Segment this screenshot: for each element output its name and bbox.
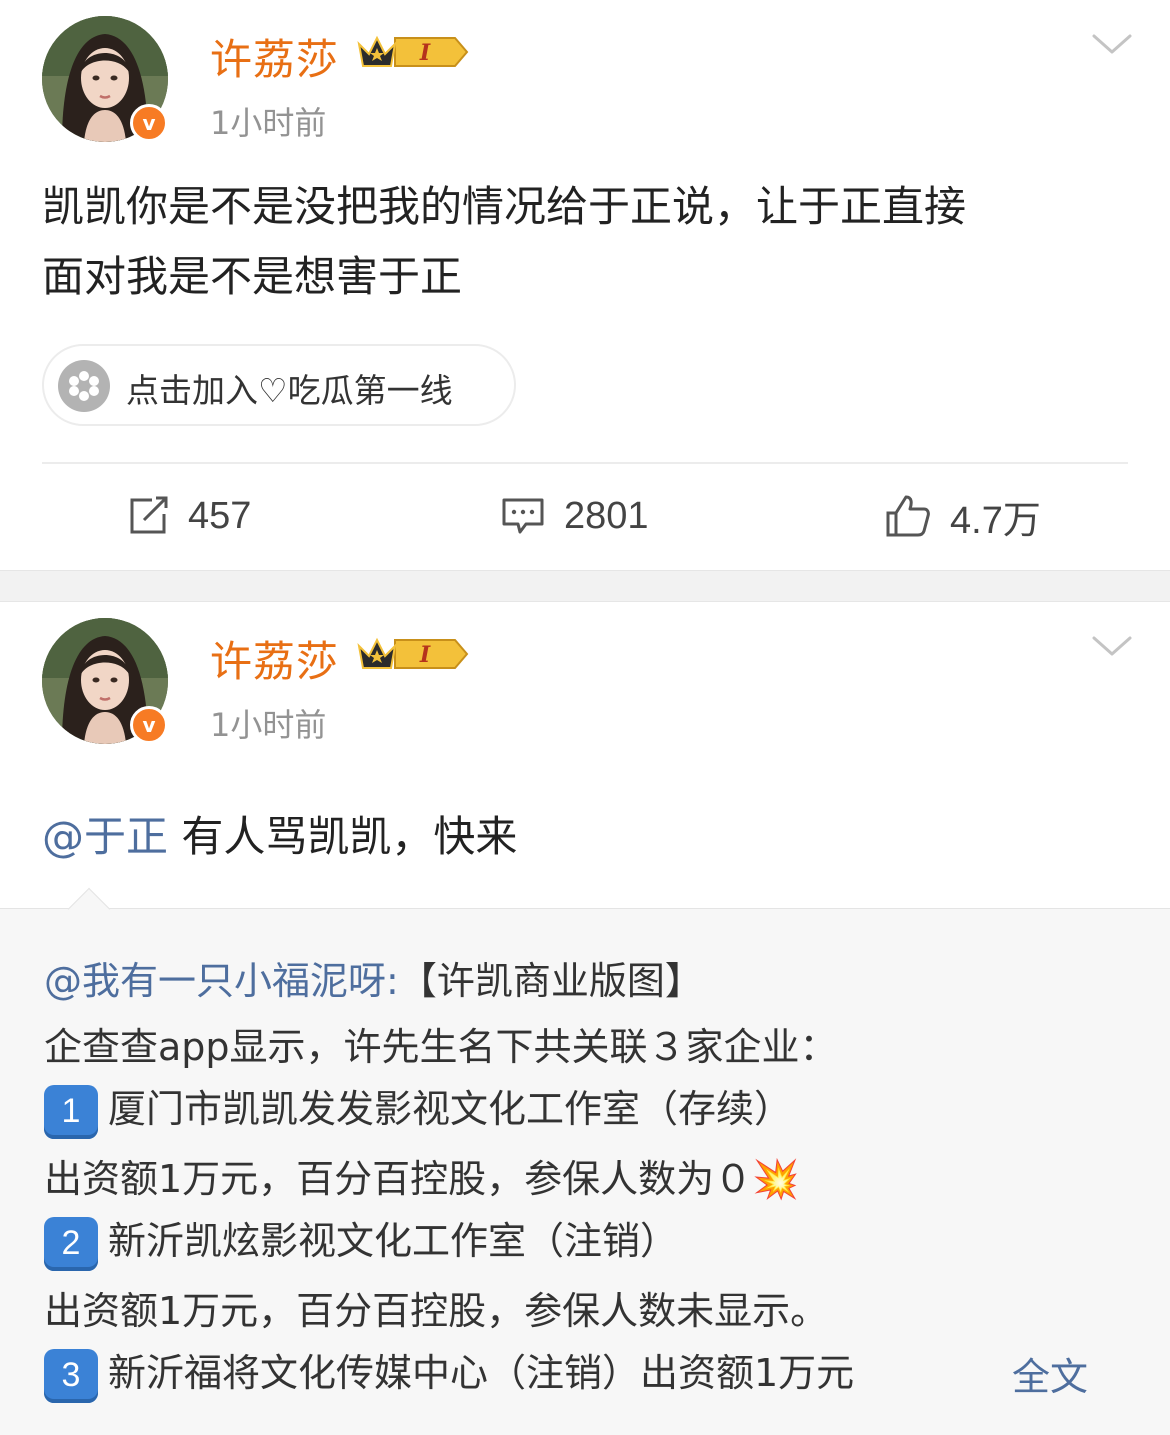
vip-level: I: [419, 40, 431, 66]
group-chat-icon: [58, 360, 110, 412]
retweet-item-text: 新沂凯炫影视文化工作室（注销）: [108, 1219, 679, 1263]
comment-count: 2801: [564, 494, 649, 537]
retweet-line: 出资额1万元，百分百控股，参保人数为０💥: [44, 1157, 800, 1201]
retweet-header: @我有一只小福泥呀:【许凯商业版图】: [44, 950, 703, 1005]
verified-v-icon: v: [130, 706, 168, 744]
vip-crown-badge-icon[interactable]: I: [355, 30, 471, 74]
repost-count: 457: [188, 494, 252, 537]
thumbs-up-icon: [886, 495, 930, 537]
vip-crown-badge-icon[interactable]: I: [355, 632, 471, 676]
content-text: 有人骂凯凯，快来: [168, 812, 518, 861]
retweet-item: 3 新沂福将文化传媒中心（注销）出资额1万元: [44, 1342, 854, 1403]
post-separator: [0, 570, 1170, 602]
retweet-item-text: 厦门市凯凯发发影视文化工作室（存续）: [108, 1087, 793, 1131]
retweet-item: 2 新沂凯炫影视文化工作室（注销）: [44, 1210, 678, 1271]
verified-v-icon: v: [130, 104, 168, 142]
keycap-3-icon: 3: [44, 1348, 98, 1403]
retweet-item-text: 新沂福将文化传媒中心（注销）出资额1万元: [108, 1351, 855, 1395]
content-line: 凯凯你是不是没把我的情况给于正说，让于正直接: [42, 182, 967, 231]
post-time: 1小时前: [210, 706, 327, 744]
divider: [42, 462, 1128, 464]
full-text-link[interactable]: 全文: [1012, 1346, 1088, 1401]
retweet-line: 出资额1万元，百分百控股，参保人数未显示。: [44, 1289, 829, 1333]
retweet-item: 1 厦门市凯凯发发影视文化工作室（存续）: [44, 1078, 792, 1139]
like-button[interactable]: 4.7万: [884, 488, 1041, 544]
username[interactable]: 许荔莎: [210, 26, 339, 87]
chevron-down-icon[interactable]: [1090, 30, 1134, 58]
like-count: 4.7万: [950, 499, 1041, 542]
join-group-button[interactable]: 点击加入♡吃瓜第一线: [42, 344, 516, 426]
repost-icon: [130, 496, 168, 534]
comment-button[interactable]: 2801: [500, 488, 649, 544]
retweet-line: 企查查app显示，许先生名下共关联３家企业：: [44, 1025, 838, 1069]
mention-link[interactable]: @于正: [42, 812, 168, 861]
join-group-label: 点击加入♡吃瓜第一线: [126, 371, 453, 410]
post-time: 1小时前: [210, 104, 327, 142]
keycap-1-icon: 1: [44, 1084, 98, 1139]
vip-level: I: [419, 642, 431, 668]
comment-icon: [502, 498, 544, 534]
chevron-down-icon[interactable]: [1090, 632, 1134, 660]
keycap-2-icon: 2: [44, 1216, 98, 1271]
retweet-title: 【许凯商业版图】: [398, 959, 703, 1003]
content-line: 面对我是不是想害于正: [42, 252, 463, 301]
username[interactable]: 许荔莎: [210, 628, 339, 689]
repost-button[interactable]: 457: [126, 488, 251, 544]
post-content: 凯凯你是不是没把我的情况给于正说，让于正直接 面对我是不是想害于正: [42, 172, 1132, 312]
weibo-post: v 许荔莎 I 1小时前 @于正 有人骂凯凯，快来 @我有一只小福泥呀:【许凯商…: [0, 602, 1170, 1435]
retweet-author-link[interactable]: @我有一只小福泥呀:: [44, 959, 399, 1003]
post-content: @于正 有人骂凯凯，快来: [42, 802, 1132, 872]
weibo-post: v 许荔莎 I 1小时前 凯凯你是不是没把我的情况给于正说，让于正直接 面对我是…: [0, 0, 1170, 570]
